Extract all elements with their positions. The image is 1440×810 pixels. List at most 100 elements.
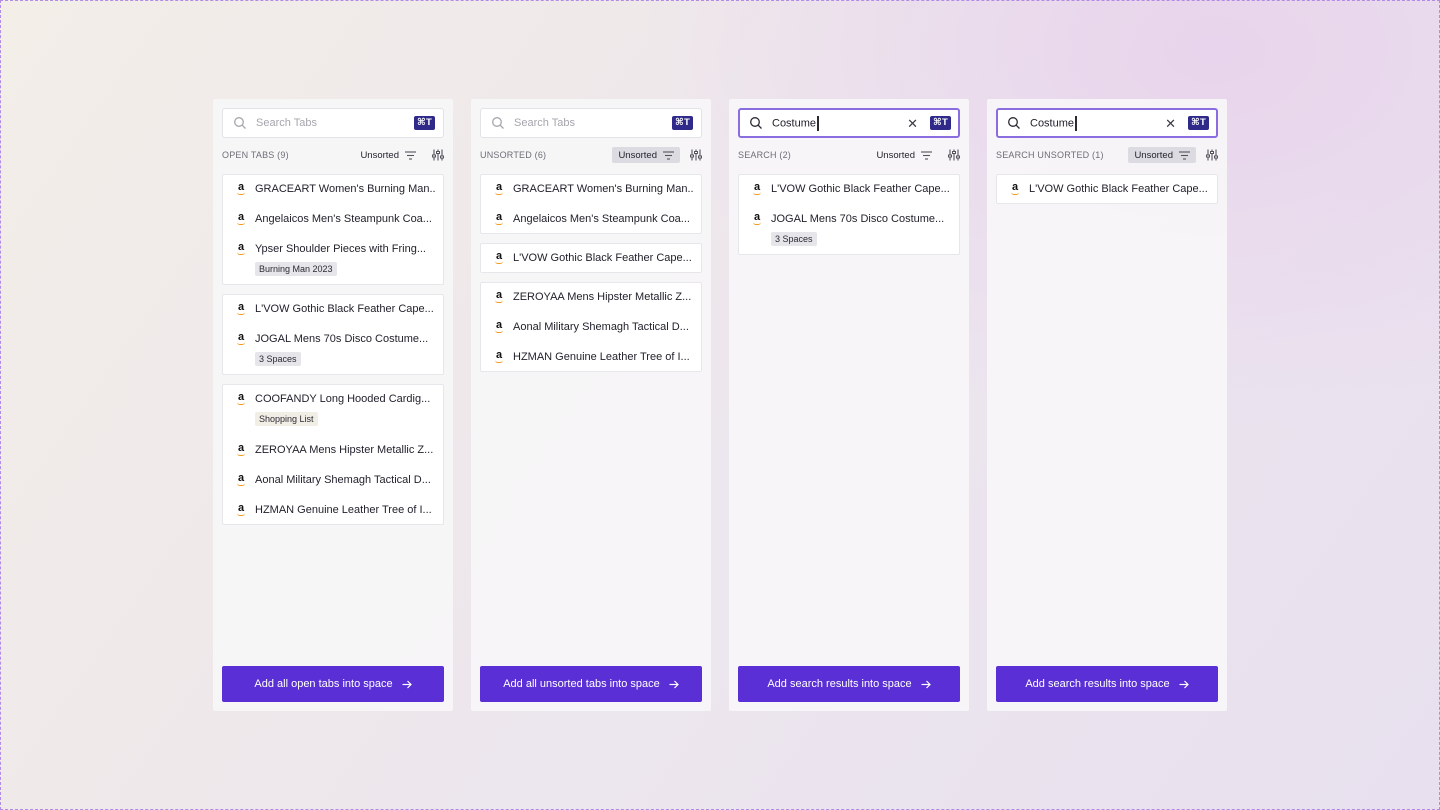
tab-title: Angelaicos Men's Steampunk Coa... bbox=[255, 213, 432, 225]
amazon-logo-icon: a bbox=[237, 211, 245, 225]
amazon-logo-icon: a bbox=[237, 331, 245, 345]
spaces-count-tag: 3 Spaces bbox=[771, 232, 817, 246]
search-placeholder: Search Tabs bbox=[256, 117, 317, 129]
amazon-logo-icon: a bbox=[495, 349, 503, 363]
space-tag: Burning Man 2023 bbox=[255, 262, 337, 276]
sliders-icon[interactable] bbox=[1206, 149, 1218, 161]
sort-label: Unsorted bbox=[876, 149, 915, 161]
tab-item[interactable]: a L'VOW Gothic Black Feather Cape... bbox=[223, 295, 443, 325]
tab-group-card: a L'VOW Gothic Black Feather Cape... bbox=[996, 174, 1218, 204]
sort-dropdown[interactable]: Unsorted bbox=[354, 147, 422, 163]
tab-item[interactable]: a Aonal Military Shemagh Tactical D... bbox=[481, 313, 701, 343]
button-label: Add search results into space bbox=[1025, 678, 1170, 690]
amazon-logo-icon: a bbox=[237, 391, 245, 405]
tab-item[interactable]: a JOGAL Mens 70s Disco Costume... bbox=[223, 325, 443, 355]
shortcut-badge: ⌘T bbox=[671, 116, 693, 130]
tab-title: Aonal Military Shemagh Tactical D... bbox=[255, 474, 431, 486]
list-title: SEARCH (2) bbox=[738, 150, 792, 160]
list-title: OPEN TABS (9) bbox=[222, 150, 289, 160]
search-tabs-input[interactable]: Costume ✕ ⌘T bbox=[738, 108, 960, 138]
list-header: SEARCH (2) Unsorted bbox=[738, 147, 960, 163]
add-search-results-button[interactable]: Add search results into space bbox=[996, 666, 1218, 702]
tab-item[interactable]: a Ypser Shoulder Pieces with Fring... bbox=[223, 235, 443, 265]
arrow-right-icon bbox=[921, 680, 931, 689]
tab-title: COOFANDY Long Hooded Cardig... bbox=[255, 393, 431, 405]
sliders-icon[interactable] bbox=[432, 149, 444, 161]
amazon-logo-icon: a bbox=[753, 211, 761, 225]
search-tabs-input[interactable]: Search Tabs ⌘T bbox=[480, 108, 702, 138]
amazon-logo-icon: a bbox=[237, 181, 245, 195]
tab-item[interactable]: a HZMAN Genuine Leather Tree of I... bbox=[481, 343, 701, 373]
sort-lines-icon bbox=[921, 150, 932, 160]
tab-item[interactable]: a Angelaicos Men's Steampunk Coa... bbox=[223, 205, 443, 235]
search-icon bbox=[492, 117, 504, 129]
amazon-logo-icon: a bbox=[495, 289, 503, 303]
sort-lines-icon bbox=[405, 150, 416, 160]
list-title: UNSORTED (6) bbox=[480, 150, 547, 160]
amazon-logo-icon: a bbox=[237, 241, 245, 255]
search-results-panel: Costume ✕ ⌘T SEARCH (2) Unsorted a L'VOW … bbox=[729, 99, 969, 711]
add-all-open-tabs-button[interactable]: Add all open tabs into space bbox=[222, 666, 444, 702]
tab-title: L'VOW Gothic Black Feather Cape... bbox=[255, 303, 434, 315]
button-label: Add all unsorted tabs into space bbox=[503, 678, 660, 690]
shortcut-badge: ⌘T bbox=[1187, 116, 1209, 130]
search-icon bbox=[234, 117, 246, 129]
search-unsorted-panel: Costume ✕ ⌘T SEARCH UNSORTED (1) Unsorte… bbox=[987, 99, 1227, 711]
search-value: Costume bbox=[1030, 116, 1075, 129]
button-label: Add all open tabs into space bbox=[254, 678, 393, 690]
tab-title: ZEROYAA Mens Hipster Metallic Z... bbox=[513, 291, 692, 303]
tab-item[interactable]: a Aonal Military Shemagh Tactical D... bbox=[223, 466, 443, 496]
add-search-results-button[interactable]: Add search results into space bbox=[738, 666, 960, 702]
amazon-logo-icon: a bbox=[753, 181, 761, 195]
tab-item[interactable]: a JOGAL Mens 70s Disco Costume... bbox=[739, 205, 959, 235]
tab-item[interactable]: a GRACEART Women's Burning Man... bbox=[481, 175, 701, 205]
shortcut-badge: ⌘T bbox=[413, 116, 435, 130]
arrow-right-icon bbox=[669, 680, 679, 689]
arrow-right-icon bbox=[1179, 680, 1189, 689]
sliders-icon[interactable] bbox=[690, 149, 702, 161]
tab-item[interactable]: a L'VOW Gothic Black Feather Cape... bbox=[481, 244, 701, 274]
text-caret bbox=[1075, 115, 1077, 131]
close-icon[interactable]: ✕ bbox=[1165, 117, 1176, 130]
search-tabs-input[interactable]: Search Tabs ⌘T bbox=[222, 108, 444, 138]
tab-title: L'VOW Gothic Black Feather Cape... bbox=[771, 183, 950, 195]
sort-label: Unsorted bbox=[360, 149, 399, 161]
search-value-wrap: Costume bbox=[1030, 115, 1165, 131]
sort-dropdown[interactable]: Unsorted bbox=[612, 147, 680, 163]
amazon-logo-icon: a bbox=[237, 301, 245, 315]
spaces-count-tag: 3 Spaces bbox=[255, 352, 301, 366]
tab-title: JOGAL Mens 70s Disco Costume... bbox=[771, 213, 945, 225]
tab-title: GRACEART Women's Burning Man... bbox=[255, 183, 435, 195]
add-all-unsorted-tabs-button[interactable]: Add all unsorted tabs into space bbox=[480, 666, 702, 702]
sort-label: Unsorted bbox=[618, 149, 657, 161]
open-tabs-panel: Search Tabs ⌘T OPEN TABS (9) Unsorted aG… bbox=[213, 99, 453, 711]
tab-group-card: a L'VOW Gothic Black Feather Cape... a JOG… bbox=[738, 174, 960, 255]
sort-dropdown[interactable]: Unsorted bbox=[870, 147, 938, 163]
unsorted-tabs-panel: Search Tabs ⌘T UNSORTED (6) Unsorted a GR… bbox=[471, 99, 711, 711]
button-label: Add search results into space bbox=[767, 678, 912, 690]
tab-item[interactable]: a GRACEART Women's Burning Man... bbox=[223, 175, 443, 205]
tab-title: ZEROYAA Mens Hipster Metallic Z... bbox=[255, 444, 434, 456]
search-value: Costume bbox=[772, 116, 817, 129]
amazon-logo-icon: a bbox=[495, 250, 503, 264]
tab-item[interactable]: a ZEROYAA Mens Hipster Metallic Z... bbox=[223, 436, 443, 466]
shortcut-badge: ⌘T bbox=[929, 116, 951, 130]
space-tag: Shopping List bbox=[255, 412, 318, 426]
tab-item[interactable]: a COOFANDY Long Hooded Cardig... bbox=[223, 385, 443, 415]
list-title: SEARCH UNSORTED (1) bbox=[996, 150, 1104, 160]
tab-item[interactable]: a L'VOW Gothic Black Feather Cape... bbox=[997, 175, 1217, 205]
tab-item[interactable]: a L'VOW Gothic Black Feather Cape... bbox=[739, 175, 959, 205]
amazon-logo-icon: a bbox=[237, 472, 245, 486]
tab-item[interactable]: a HZMAN Genuine Leather Tree of I... bbox=[223, 496, 443, 526]
list-header: UNSORTED (6) Unsorted bbox=[480, 147, 702, 163]
sliders-icon[interactable] bbox=[948, 149, 960, 161]
tab-title: JOGAL Mens 70s Disco Costume... bbox=[255, 333, 429, 345]
amazon-logo-icon: a bbox=[495, 319, 503, 333]
search-tabs-input[interactable]: Costume ✕ ⌘T bbox=[996, 108, 1218, 138]
tab-item[interactable]: a Angelaicos Men's Steampunk Coa... bbox=[481, 205, 701, 235]
tab-item[interactable]: a ZEROYAA Mens Hipster Metallic Z... bbox=[481, 283, 701, 313]
close-icon[interactable]: ✕ bbox=[907, 117, 918, 130]
amazon-logo-icon: a bbox=[237, 442, 245, 456]
sort-dropdown[interactable]: Unsorted bbox=[1128, 147, 1196, 163]
tab-group-card: a GRACEART Women's Burning Man... a Angela… bbox=[222, 174, 444, 285]
